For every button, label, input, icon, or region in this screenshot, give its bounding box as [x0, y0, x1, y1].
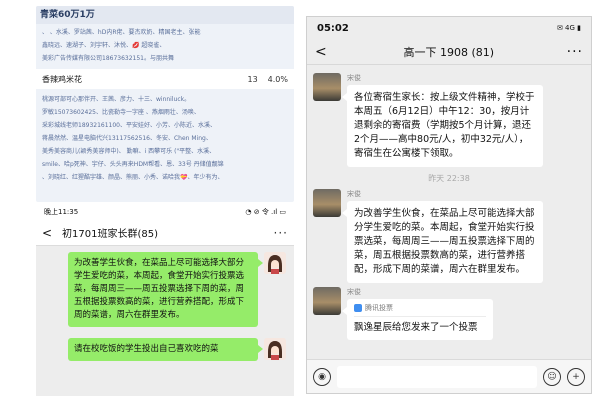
more-options-icon[interactable]: ···	[567, 44, 583, 60]
sender-name: 宋俊	[347, 190, 361, 198]
vote-card[interactable]: 腾讯投票 飘逸星辰给您发来了一个投票	[342, 299, 493, 340]
vote-source-label: 腾讯投票	[365, 304, 393, 312]
voter-line: 鑫晓远、速湖子、刘宇轩、沐悦、💋 超晓雀、	[42, 42, 166, 49]
message-bubble[interactable]: 为改善学生伙食，在菜品上尽可能选择大部分学生爱吃的菜，本周起，食堂开始实行投票选…	[68, 252, 263, 327]
status-icons: ◔ ⊘ 令 .ıl ▭	[245, 208, 286, 216]
sender-name: 宋俊	[347, 74, 361, 82]
back-arrow-icon[interactable]: <	[42, 226, 56, 240]
voter-line: 、 、水溪、罗站茜、hD内R佬、要杰欢奶、精国老主、张能	[42, 29, 201, 36]
status-bar: 05:02 ✉ 4G ▮	[307, 17, 591, 39]
message-bubble[interactable]: 各位寄宿生家长：按上级文件精神，学校于本周五（6月12日）中午12：30，按月计…	[342, 85, 543, 167]
avatar[interactable]	[264, 252, 286, 274]
status-time: 05:02	[317, 22, 349, 34]
chat-timestamp: 昨天 22:38	[428, 174, 470, 183]
message-bubble[interactable]: 请在校吃饭的学生投出自己喜欢吃的菜	[68, 338, 263, 361]
left-phone-screen: 晚上11:35 ◔ ⊘ 令 .ıl ▭ < 初1701班家长群(85) ··· …	[36, 204, 294, 396]
girl-avatar-icon	[264, 338, 286, 360]
voter-line: 、刘晓红、红猩酷宇雄、颜晶、熊丽、小秀、诺哈我💝、年少有为、	[42, 174, 224, 181]
avatar[interactable]	[313, 189, 341, 217]
voter-line: 采彩城线老师18932161100、平安娃好、小芳、小陈近、水溪、	[42, 122, 216, 129]
chat-title: 高一下 1908 (81)	[403, 45, 495, 59]
voter-line: 美彩广告传媒有限公司18673632151。与朋共舞	[42, 55, 174, 62]
chat-message: 宋俊 为改善学生伙食，在菜品上尽可能选择大部分学生爱吃的菜。本周起，食堂开始实行…	[313, 189, 543, 283]
chat-message: 请在校吃饭的学生投出自己喜欢吃的菜	[68, 338, 286, 361]
more-options-icon[interactable]: ···	[274, 226, 288, 240]
chat-message: 宋俊 腾讯投票 飘逸星辰给您发来了一个投票	[313, 287, 493, 340]
avatar[interactable]	[264, 338, 286, 360]
plus-icon[interactable]: +	[567, 367, 585, 386]
panel-header: 青菜60万1万	[36, 6, 294, 24]
tencent-vote-icon	[354, 304, 362, 312]
right-phone-screen: 05:02 ✉ 4G ▮ < 高一下 1908 (81) ··· 宋俊 各位寄宿…	[306, 16, 592, 394]
chat-nav-bar: < 高一下 1908 (81) ···	[307, 39, 591, 65]
voter-names-block: 、 、水溪、罗站茜、hD内R佬、要杰欢奶、精国老主、张能 鑫晓远、速湖子、刘宇轩…	[36, 24, 294, 65]
chat-message: 为改善学生伙食，在菜品上尽可能选择大部分学生爱吃的菜，本周起，食堂开始实行投票选…	[68, 252, 286, 327]
dish-result-row: 香辣鸡米花 13 4.0%	[36, 69, 294, 89]
chat-nav-bar: < 初1701班家长群(85) ···	[36, 220, 294, 246]
status-time: 晚上11:35	[44, 208, 79, 216]
sender-name: 宋俊	[347, 288, 361, 296]
back-arrow-icon[interactable]: <	[315, 44, 331, 60]
voter-line: 桃源可部可心那伴开、王茜、彦力、十三、winniluck。	[42, 96, 191, 103]
chat-message: 宋俊 各位寄宿生家长：按上级文件精神，学校于本周五（6月12日）中午12：30，…	[313, 73, 543, 167]
voice-icon[interactable]: ◉	[313, 367, 331, 386]
chat-title: 初1701班家长群(85)	[62, 229, 158, 240]
message-input[interactable]	[337, 365, 537, 388]
dish-name: 香辣鸡米花	[42, 74, 82, 84]
voter-line: 蒋晨然然、温星电脑代兴13117562516、冬安、Chen Ming、	[42, 135, 212, 142]
status-bar: 晚上11:35 ◔ ⊘ 令 .ıl ▭	[36, 204, 294, 220]
avatar[interactable]	[313, 73, 341, 101]
voter-line: smile、哈p死神、宇仔、头头再来HDM帮看、恩、33号 丹储值靓锦	[42, 161, 224, 168]
voter-names-block: 桃源可部可心那伴开、王茜、彦力、十三、winniluck。 罗敏15073602…	[36, 91, 294, 184]
girl-avatar-icon	[264, 252, 286, 274]
voter-line: 罗敏15073602425、比瓷勒寺一字座 、燕烟雨壮、汤唤、	[42, 109, 200, 116]
vote-source: 腾讯投票	[354, 303, 486, 317]
emoji-icon[interactable]: ☺	[543, 367, 561, 386]
dish-vote-count: 13	[247, 74, 258, 84]
voter-line: 美秀美容商儿(颖秀美容师中)、 勤嘛、i 西攀可乐 ("平整、水溪、	[42, 148, 216, 155]
status-icons: ✉ 4G ▮	[556, 24, 581, 32]
chat-input-bar: ◉ ☺ +	[307, 359, 591, 393]
message-bubble[interactable]: 为改善学生伙食，在菜品上尽可能选择大部分学生爱吃的菜。本周起，食堂开始实行投票选…	[342, 201, 543, 283]
avatar[interactable]	[313, 287, 341, 315]
dish-vote-percent: 4.0%	[267, 74, 288, 84]
vote-card-text: 飘逸星辰给您发来了一个投票	[354, 322, 478, 333]
vote-result-panel: 青菜60万1万 、 、水溪、罗站茜、hD内R佬、要杰欢奶、精国老主、张能 鑫晓远…	[36, 6, 294, 202]
